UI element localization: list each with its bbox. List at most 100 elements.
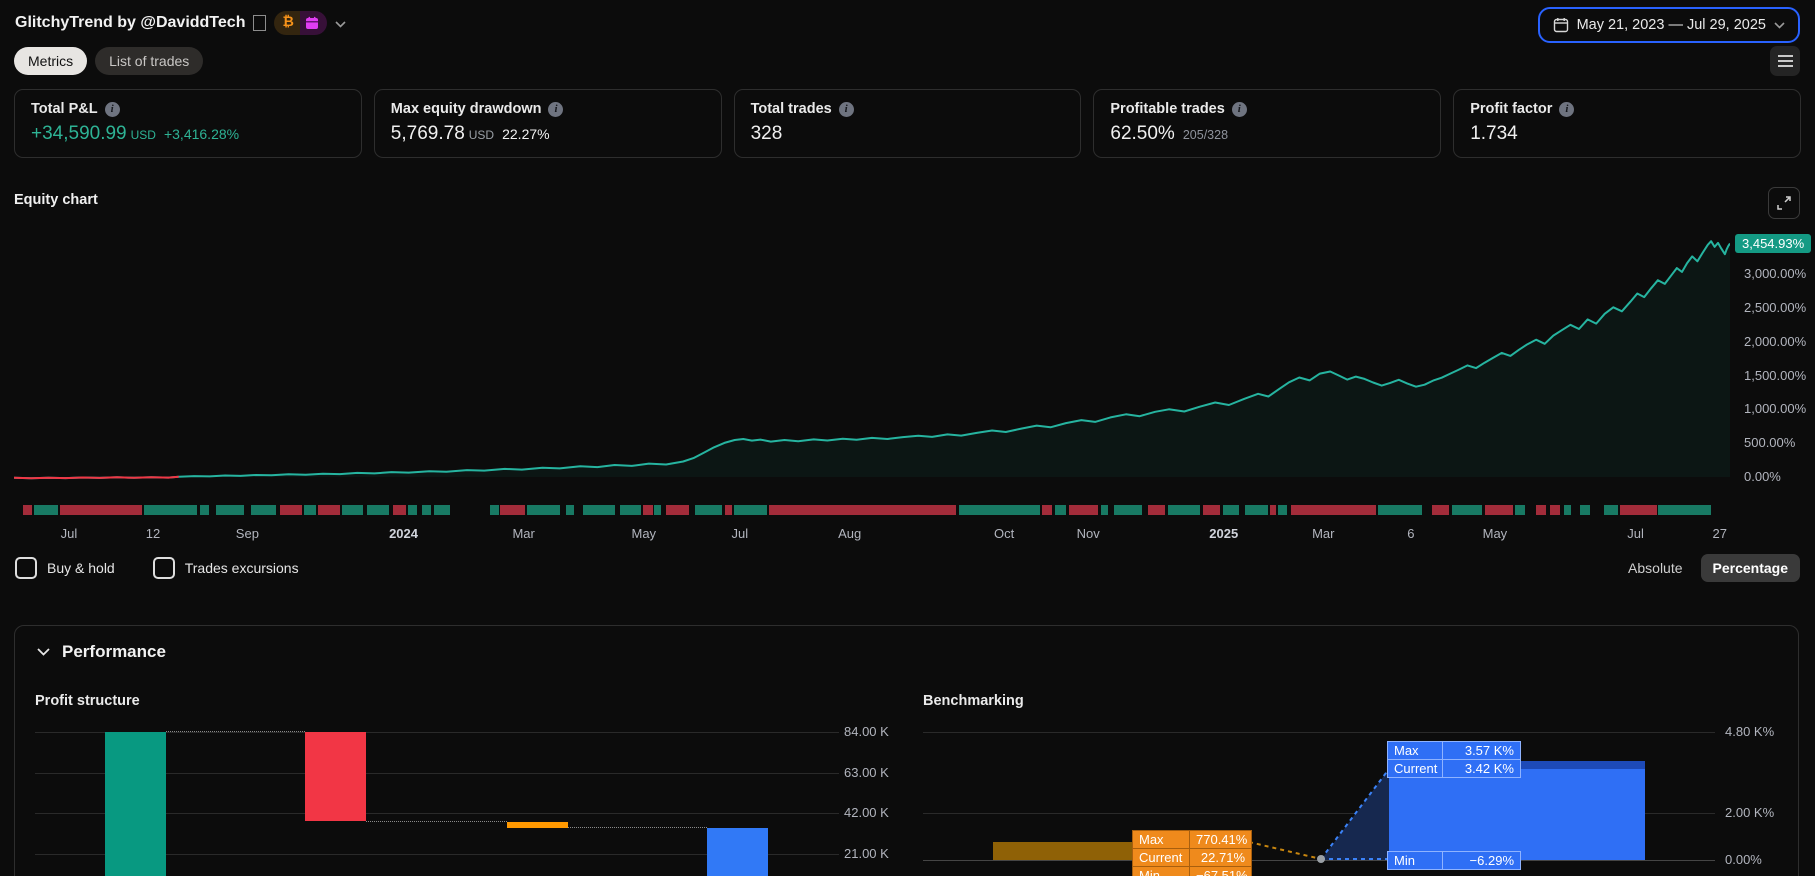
profit-structure-chart[interactable]: 84.00 K 63.00 K 42.00 K 21.00 K [35,723,915,876]
trade-segment [408,505,417,515]
title-chevron-down-icon[interactable] [335,15,346,31]
card-value: 62.50% [1110,123,1175,144]
trade-segment [1114,505,1142,515]
tab-metrics[interactable]: Metrics [14,47,88,75]
info-icon[interactable]: i [548,101,564,117]
bitcoin-icon: ₿ [274,11,300,35]
card-label: Max equity drawdown [390,101,542,117]
tooltip-label: Current [1132,848,1190,867]
trade-segment [500,505,525,515]
card-extra: +3,416.28% [163,126,240,142]
strategy-tooltip: Max 3.57 K% Current 3.42 K% [1387,741,1521,778]
trade-segment [1536,505,1546,515]
toggle-label: Trades excursions [184,560,299,576]
absolute-button[interactable]: Absolute [1628,560,1682,576]
trade-segment [1515,505,1525,515]
y-axis-label: 21.00 K [844,846,889,861]
trade-segment [1485,505,1513,515]
connector-line [568,826,707,828]
tooltip-value: 3.42 K% [1443,759,1521,778]
card-profitable-trades: Profitable trades i 62.50% 205/328 [1093,89,1442,158]
info-icon[interactable]: i [1559,101,1575,117]
trade-segment [1291,505,1376,515]
card-value: 328 [750,123,783,144]
trade-segment [23,505,32,515]
trade-segment [60,505,142,515]
tooltip-row: Max 3.57 K% [1387,741,1521,760]
y-axis-label: 84.00 K [844,724,889,739]
checkbox-icon[interactable] [15,557,37,579]
checkbox-icon[interactable] [152,557,175,579]
x-axis-label: Sep [235,526,259,541]
x-axis-label: Jul [60,526,78,541]
card-total-pnl: Total P&L i +34,590.99 USD +3,416.28% [14,89,362,158]
strategy-icon-badges: ₿ [274,11,327,35]
trade-segment [1069,505,1098,515]
y-axis-label: 42.00 K [844,805,889,820]
trade-segment [620,505,641,515]
y-axis-label: 3,000.00% [1744,266,1807,281]
trade-segment [1148,505,1165,515]
benchmarking-chart[interactable]: 4.80 K% 2.00 K% 0.00% Max 770.41% Current 22.7… [923,723,1800,876]
y-axis-label: 500.00% [1744,435,1796,450]
trade-segment [280,505,302,515]
tooltip-row: Current 3.42 K% [1387,759,1521,778]
x-axis-label: 12 [145,526,161,541]
trade-segment [666,505,689,515]
performance-header[interactable]: Performance [37,642,166,662]
report-layout-button[interactable] [1770,46,1800,76]
equity-chart-plot[interactable] [13,212,1731,480]
trade-segment [566,505,574,515]
strategy-tester-page: GlitchyTrend by @DaviddTech ₿ May 21, 20… [0,0,1815,876]
tooltip-value: 770.41% [1190,830,1252,849]
x-axis-label: Mar [1312,526,1335,541]
y-axis-label: 2,500.00% [1744,300,1807,315]
trades-outcome-strip[interactable] [14,505,1730,515]
missing-glyph-box [253,15,267,31]
tooltip-label: Min [1387,851,1443,870]
y-axis-label: 1,000.00% [1744,401,1807,416]
info-icon[interactable]: i [838,101,854,117]
trade-segment [342,505,363,515]
y-axis-label: 0.00% [1744,469,1781,484]
trade-segment [1203,505,1220,515]
magenta-calendar-icon [299,11,327,35]
tooltip-row: Min −67.51% [1132,866,1252,876]
trade-segment [34,505,58,515]
strategy-min-tooltip: Min −6.29% [1387,851,1521,870]
trade-segment [1042,505,1052,515]
trade-segment [216,505,244,515]
trade-segment [393,505,406,515]
tooltip-label: Current [1387,759,1443,778]
card-value: 1.734 [1470,123,1518,144]
percentage-button[interactable]: Percentage [1700,554,1800,582]
card-label: Total P&L [31,101,98,117]
collapse-chevron-icon [37,648,50,656]
trade-segment [1580,505,1590,515]
info-icon[interactable]: i [104,101,120,117]
x-axis-label: Oct [994,526,1015,541]
waterfall-bar [707,827,768,876]
tooltip-row: Max 770.41% [1132,830,1252,849]
equity-toggles: Buy & hold Trades excursions [15,557,299,579]
trade-segment [304,505,316,515]
tab-list-of-trades[interactable]: List of trades [95,47,204,75]
trade-segment [1432,505,1449,515]
connector-line [166,731,305,733]
equity-chart-title: Equity chart [14,192,98,208]
tooltip-value: 22.71% [1190,848,1252,867]
date-range-picker[interactable]: May 21, 2023 — Jul 29, 2025 [1537,7,1800,43]
trade-segment [769,505,956,515]
date-range-label: May 21, 2023 — Jul 29, 2025 [1576,17,1766,33]
trades-excursions-toggle[interactable]: Trades excursions [152,557,299,579]
card-profit-factor: Profit factor i 1.734 [1453,89,1801,158]
info-icon[interactable]: i [1231,101,1247,117]
x-axis-label: Jul [731,526,749,541]
buy-and-hold-toggle[interactable]: Buy & hold [15,557,115,579]
card-unit: USD [130,128,156,142]
card-unit: USD [468,128,495,142]
date-chevron-down-icon [1774,21,1785,29]
fullscreen-icon [1777,196,1791,210]
performance-title: Performance [62,642,166,661]
tooltip-value: 3.57 K% [1443,741,1521,760]
